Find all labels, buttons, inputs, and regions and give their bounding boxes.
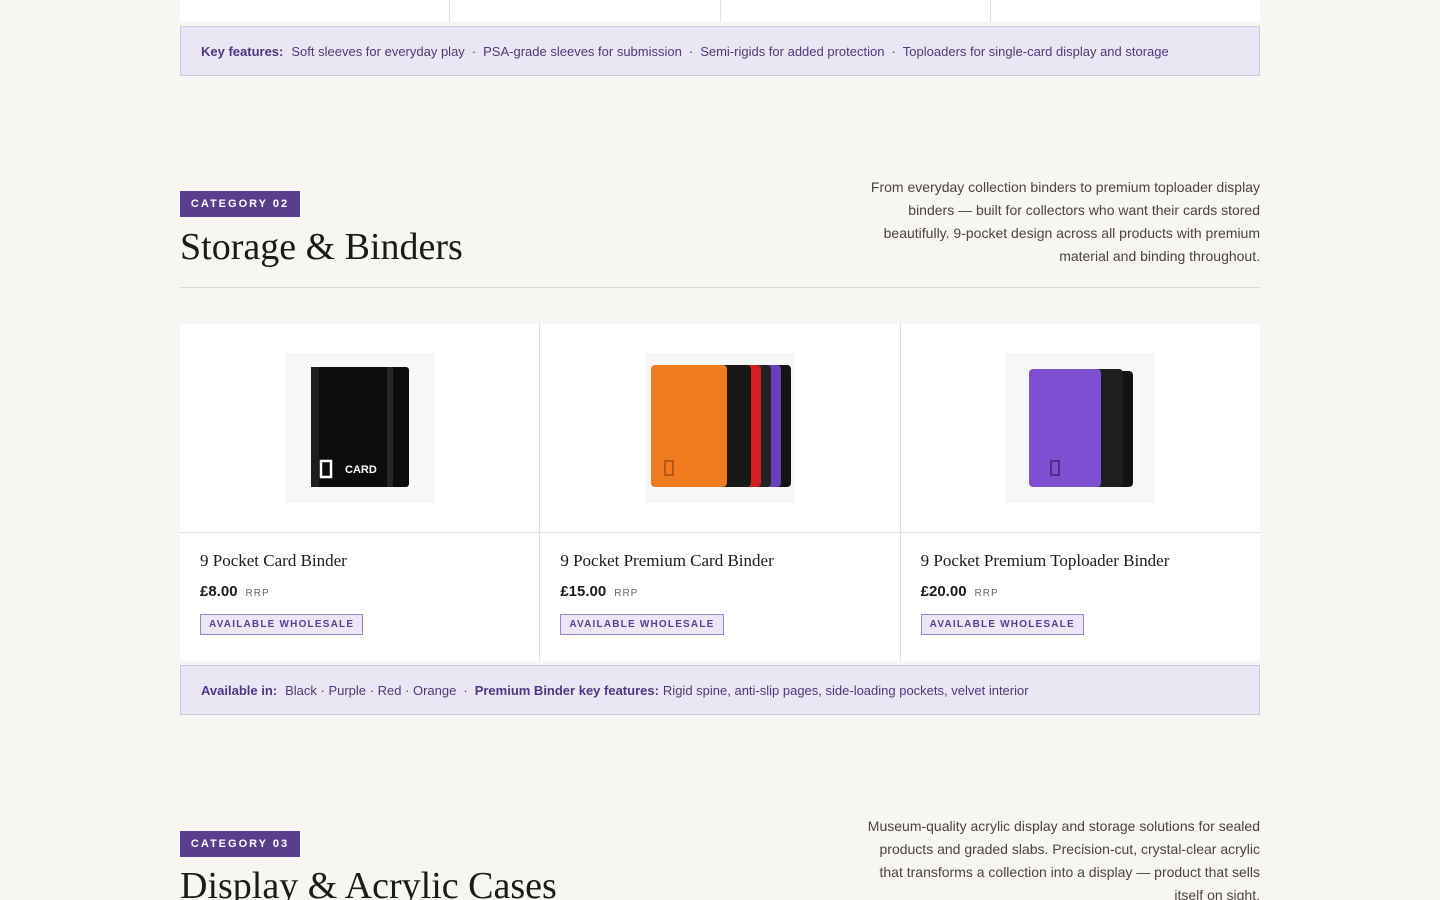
feature-item: Semi-rigids for added protection <box>700 43 885 59</box>
binders-product-grid: CARD 9 Pocket Card Binder £8.00 RRP AVAI… <box>180 324 1260 661</box>
black-binder-image: CARD <box>284 353 435 503</box>
wholesale-badge: AVAILABLE WHOLESALE <box>560 614 724 635</box>
premium-features-label: Premium Binder key features: <box>474 682 659 698</box>
product-image-area[interactable] <box>900 324 1260 533</box>
premium-features: Rigid spine, anti-slip pages, side-loadi… <box>662 682 1029 698</box>
rrp-label: RRP <box>974 588 999 599</box>
feature-item: PSA-grade sleeves for submission <box>483 43 682 59</box>
wholesale-badge: AVAILABLE WHOLESALE <box>200 614 364 635</box>
category-description: Museum-quality acrylic display and stora… <box>867 818 1260 900</box>
wholesale-badge: AVAILABLE WHOLESALE <box>920 614 1084 635</box>
rrp-label: RRP <box>245 588 270 599</box>
product-name[interactable]: 9 Pocket Card Binder <box>200 551 519 571</box>
available-in-label: Available in: <box>201 682 278 698</box>
product-card[interactable] <box>450 0 721 22</box>
key-features-label: Key features: <box>201 43 284 59</box>
section-divider <box>180 287 1260 288</box>
product-card[interactable] <box>721 0 991 22</box>
feature-item: Soft sleeves for everyday play <box>291 43 465 59</box>
binder-logo-text: CARD <box>345 464 377 476</box>
separator-dot: · <box>463 682 468 698</box>
product-name[interactable]: 9 Pocket Premium Toploader Binder <box>921 551 1240 571</box>
category-badge: CATEGORY 02 <box>180 191 300 217</box>
separator-dot: · <box>891 43 896 59</box>
separator-dot: · <box>471 43 477 59</box>
multicolor-binders-image <box>644 353 795 503</box>
sleeves-key-features-bar: Key features: Soft sleeves for everyday … <box>180 26 1260 76</box>
category-title: Storage & Binders <box>180 226 463 268</box>
separator-dot: · <box>688 43 694 59</box>
rrp-label: RRP <box>614 588 639 599</box>
product-name[interactable]: 9 Pocket Premium Card Binder <box>560 551 879 571</box>
product-card[interactable] <box>991 0 1260 22</box>
purple-binder-image <box>1005 353 1156 503</box>
category-description: From everyday collection binders to prem… <box>870 179 1260 264</box>
product-card[interactable]: CARD 9 Pocket Card Binder £8.00 RRP AVAI… <box>180 324 541 661</box>
category-badge: CATEGORY 03 <box>180 831 300 857</box>
category-title: Display & Acrylic Cases <box>180 865 557 900</box>
product-card[interactable]: 9 Pocket Premium Card Binder £15.00 RRP … <box>540 324 901 661</box>
product-image-area[interactable]: CARD <box>180 324 540 533</box>
product-card[interactable] <box>180 0 451 22</box>
product-card[interactable]: 9 Pocket Premium Toploader Binder £20.00… <box>900 324 1260 661</box>
feature-item: Toploaders for single-card display and s… <box>902 43 1169 59</box>
product-price: £15.00 <box>560 583 607 600</box>
product-image-area[interactable] <box>540 324 900 533</box>
previous-products-grid <box>180 0 1260 22</box>
product-price: £8.00 <box>200 583 238 600</box>
product-price: £20.00 <box>920 583 967 600</box>
binder-key-features-bar: Available in: Black · Purple · Red · Ora… <box>180 665 1260 715</box>
available-colors: Black · Purple · Red · Orange <box>285 682 457 698</box>
